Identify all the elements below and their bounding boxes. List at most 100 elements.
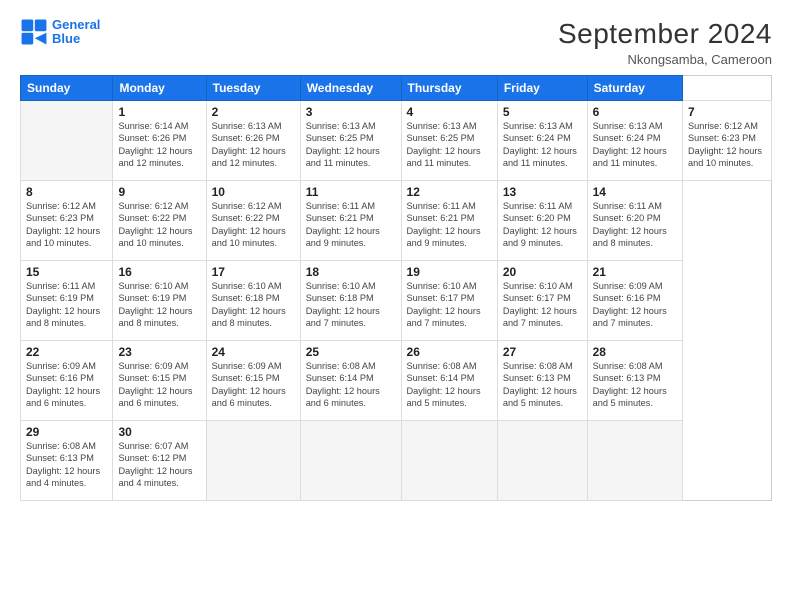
day-number: 21 — [593, 265, 677, 279]
day-cell-17: 17Sunrise: 6:10 AMSunset: 6:18 PMDayligh… — [206, 261, 300, 341]
day-number: 14 — [593, 185, 677, 199]
day-number: 1 — [118, 105, 200, 119]
day-info: Sunrise: 6:13 AMSunset: 6:25 PMDaylight:… — [306, 120, 396, 170]
day-number: 9 — [118, 185, 200, 199]
day-info: Sunrise: 6:11 AMSunset: 6:20 PMDaylight:… — [593, 200, 677, 250]
day-info: Sunrise: 6:09 AMSunset: 6:15 PMDaylight:… — [118, 360, 200, 410]
day-number: 7 — [688, 105, 766, 119]
empty-cell — [21, 101, 113, 181]
day-number: 11 — [306, 185, 396, 199]
logo-line1: General — [52, 17, 100, 32]
day-number: 12 — [407, 185, 492, 199]
empty-cell — [497, 421, 587, 501]
day-info: Sunrise: 6:07 AMSunset: 6:12 PMDaylight:… — [118, 440, 200, 490]
day-info: Sunrise: 6:13 AMSunset: 6:24 PMDaylight:… — [503, 120, 582, 170]
day-number: 13 — [503, 185, 582, 199]
day-number: 15 — [26, 265, 107, 279]
day-number: 25 — [306, 345, 396, 359]
day-number: 28 — [593, 345, 677, 359]
day-cell-6: 6Sunrise: 6:13 AMSunset: 6:24 PMDaylight… — [587, 101, 682, 181]
day-cell-22: 22Sunrise: 6:09 AMSunset: 6:16 PMDayligh… — [21, 341, 113, 421]
day-info: Sunrise: 6:12 AMSunset: 6:22 PMDaylight:… — [212, 200, 295, 250]
day-info: Sunrise: 6:08 AMSunset: 6:14 PMDaylight:… — [407, 360, 492, 410]
day-cell-24: 24Sunrise: 6:09 AMSunset: 6:15 PMDayligh… — [206, 341, 300, 421]
day-cell-5: 5Sunrise: 6:13 AMSunset: 6:24 PMDaylight… — [497, 101, 587, 181]
col-header-sunday: Sunday — [21, 76, 113, 101]
day-cell-21: 21Sunrise: 6:09 AMSunset: 6:16 PMDayligh… — [587, 261, 682, 341]
day-cell-20: 20Sunrise: 6:10 AMSunset: 6:17 PMDayligh… — [497, 261, 587, 341]
day-info: Sunrise: 6:10 AMSunset: 6:19 PMDaylight:… — [118, 280, 200, 330]
day-info: Sunrise: 6:12 AMSunset: 6:22 PMDaylight:… — [118, 200, 200, 250]
month-title: September 2024 — [558, 18, 772, 50]
day-info: Sunrise: 6:13 AMSunset: 6:24 PMDaylight:… — [593, 120, 677, 170]
day-info: Sunrise: 6:09 AMSunset: 6:16 PMDaylight:… — [593, 280, 677, 330]
day-info: Sunrise: 6:10 AMSunset: 6:18 PMDaylight:… — [306, 280, 396, 330]
location-subtitle: Nkongsamba, Cameroon — [558, 52, 772, 67]
day-info: Sunrise: 6:11 AMSunset: 6:19 PMDaylight:… — [26, 280, 107, 330]
day-number: 29 — [26, 425, 107, 439]
header: General Blue September 2024 Nkongsamba, … — [20, 18, 772, 67]
day-cell-4: 4Sunrise: 6:13 AMSunset: 6:25 PMDaylight… — [401, 101, 497, 181]
day-info: Sunrise: 6:09 AMSunset: 6:16 PMDaylight:… — [26, 360, 107, 410]
day-cell-12: 12Sunrise: 6:11 AMSunset: 6:21 PMDayligh… — [401, 181, 497, 261]
col-header-thursday: Thursday — [401, 76, 497, 101]
day-number: 5 — [503, 105, 582, 119]
day-cell-14: 14Sunrise: 6:11 AMSunset: 6:20 PMDayligh… — [587, 181, 682, 261]
day-cell-18: 18Sunrise: 6:10 AMSunset: 6:18 PMDayligh… — [300, 261, 401, 341]
day-info: Sunrise: 6:10 AMSunset: 6:17 PMDaylight:… — [503, 280, 582, 330]
col-header-saturday: Saturday — [587, 76, 682, 101]
day-info: Sunrise: 6:11 AMSunset: 6:20 PMDaylight:… — [503, 200, 582, 250]
day-number: 19 — [407, 265, 492, 279]
day-info: Sunrise: 6:10 AMSunset: 6:17 PMDaylight:… — [407, 280, 492, 330]
day-number: 26 — [407, 345, 492, 359]
col-header-wednesday: Wednesday — [300, 76, 401, 101]
title-block: September 2024 Nkongsamba, Cameroon — [558, 18, 772, 67]
day-cell-8: 8Sunrise: 6:12 AMSunset: 6:23 PMDaylight… — [21, 181, 113, 261]
day-number: 16 — [118, 265, 200, 279]
day-number: 27 — [503, 345, 582, 359]
empty-cell — [401, 421, 497, 501]
day-info: Sunrise: 6:08 AMSunset: 6:13 PMDaylight:… — [593, 360, 677, 410]
day-number: 2 — [212, 105, 295, 119]
day-number: 23 — [118, 345, 200, 359]
day-cell-25: 25Sunrise: 6:08 AMSunset: 6:14 PMDayligh… — [300, 341, 401, 421]
day-number: 24 — [212, 345, 295, 359]
day-info: Sunrise: 6:13 AMSunset: 6:25 PMDaylight:… — [407, 120, 492, 170]
day-cell-1: 1Sunrise: 6:14 AMSunset: 6:26 PMDaylight… — [113, 101, 206, 181]
logo-line2: Blue — [52, 31, 80, 46]
day-cell-29: 29Sunrise: 6:08 AMSunset: 6:13 PMDayligh… — [21, 421, 113, 501]
day-cell-10: 10Sunrise: 6:12 AMSunset: 6:22 PMDayligh… — [206, 181, 300, 261]
day-info: Sunrise: 6:11 AMSunset: 6:21 PMDaylight:… — [407, 200, 492, 250]
day-cell-23: 23Sunrise: 6:09 AMSunset: 6:15 PMDayligh… — [113, 341, 206, 421]
day-info: Sunrise: 6:11 AMSunset: 6:21 PMDaylight:… — [306, 200, 396, 250]
day-number: 8 — [26, 185, 107, 199]
day-cell-11: 11Sunrise: 6:11 AMSunset: 6:21 PMDayligh… — [300, 181, 401, 261]
day-info: Sunrise: 6:10 AMSunset: 6:18 PMDaylight:… — [212, 280, 295, 330]
day-cell-3: 3Sunrise: 6:13 AMSunset: 6:25 PMDaylight… — [300, 101, 401, 181]
empty-cell — [206, 421, 300, 501]
calendar: SundayMondayTuesdayWednesdayThursdayFrid… — [20, 75, 772, 501]
week-row-4: 29Sunrise: 6:08 AMSunset: 6:13 PMDayligh… — [21, 421, 772, 501]
day-cell-9: 9Sunrise: 6:12 AMSunset: 6:22 PMDaylight… — [113, 181, 206, 261]
page: General Blue September 2024 Nkongsamba, … — [0, 0, 792, 612]
day-cell-26: 26Sunrise: 6:08 AMSunset: 6:14 PMDayligh… — [401, 341, 497, 421]
calendar-header-row: SundayMondayTuesdayWednesdayThursdayFrid… — [21, 76, 772, 101]
day-number: 22 — [26, 345, 107, 359]
day-number: 17 — [212, 265, 295, 279]
week-row-2: 15Sunrise: 6:11 AMSunset: 6:19 PMDayligh… — [21, 261, 772, 341]
day-info: Sunrise: 6:09 AMSunset: 6:15 PMDaylight:… — [212, 360, 295, 410]
day-number: 10 — [212, 185, 295, 199]
day-number: 4 — [407, 105, 492, 119]
col-header-friday: Friday — [497, 76, 587, 101]
empty-cell — [300, 421, 401, 501]
logo-text: General Blue — [52, 18, 100, 47]
day-info: Sunrise: 6:08 AMSunset: 6:14 PMDaylight:… — [306, 360, 396, 410]
day-info: Sunrise: 6:13 AMSunset: 6:26 PMDaylight:… — [212, 120, 295, 170]
day-info: Sunrise: 6:12 AMSunset: 6:23 PMDaylight:… — [688, 120, 766, 170]
day-number: 18 — [306, 265, 396, 279]
day-cell-13: 13Sunrise: 6:11 AMSunset: 6:20 PMDayligh… — [497, 181, 587, 261]
logo: General Blue — [20, 18, 100, 47]
day-cell-15: 15Sunrise: 6:11 AMSunset: 6:19 PMDayligh… — [21, 261, 113, 341]
day-number: 20 — [503, 265, 582, 279]
logo-icon — [20, 18, 48, 46]
